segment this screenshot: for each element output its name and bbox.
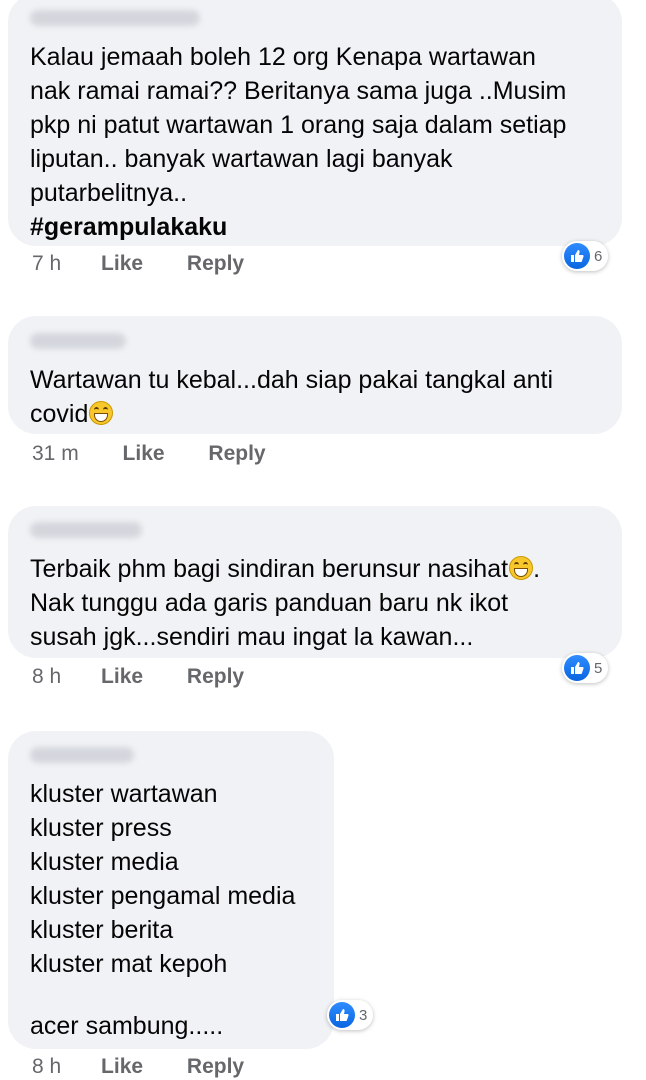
- like-thumb-icon: [329, 1002, 355, 1028]
- reply-button[interactable]: Reply: [208, 442, 265, 466]
- like-button[interactable]: Like: [101, 1055, 143, 1079]
- reaction-summary[interactable]: 5: [562, 653, 609, 683]
- comment-text: pkp ni patut wartawan 1 orang saja dalam…: [30, 111, 567, 139]
- comment-text: covid: [30, 397, 600, 431]
- author-name-blurred[interactable]: [30, 522, 142, 538]
- comment-text: kluster mat kepoh: [30, 950, 228, 978]
- timestamp[interactable]: 7 h: [32, 252, 61, 276]
- grinning-face-icon: [89, 401, 114, 425]
- like-button[interactable]: Like: [101, 665, 143, 689]
- reply-button[interactable]: Reply: [187, 665, 244, 689]
- comment-text: kluster berita: [30, 916, 174, 944]
- comment-text: kluster press: [30, 814, 172, 842]
- reaction-count: 6: [594, 247, 603, 265]
- author-name-blurred[interactable]: [30, 333, 126, 349]
- comment-text: Wartawan tu kebal...dah siap pakai tangk…: [30, 366, 553, 394]
- like-button[interactable]: Like: [101, 252, 143, 276]
- comment-text: kluster wartawan: [30, 780, 218, 808]
- comment-text: kluster media: [30, 848, 179, 876]
- comment-text-part: covid: [30, 400, 89, 428]
- reaction-summary[interactable]: 3: [327, 1000, 374, 1030]
- comment-text: Kalau jemaah boleh 12 org Kenapa wartawa…: [30, 43, 536, 71]
- like-thumb-icon: [564, 655, 590, 681]
- reply-button[interactable]: Reply: [187, 1055, 244, 1079]
- comment-actions: 7 h Like Reply: [32, 252, 244, 276]
- comment-bubble: Terbaik phm bagi sindiran berunsur nasih…: [8, 506, 622, 658]
- comment-bubble: kluster wartawan kluster press kluster m…: [8, 731, 334, 1049]
- timestamp[interactable]: 8 h: [32, 1055, 61, 1079]
- comment-text: Terbaik phm bagi sindiran berunsur nasih…: [30, 552, 600, 586]
- comment-text-part: acer sambung.....: [30, 1012, 224, 1040]
- author-name-blurred[interactable]: [30, 10, 200, 26]
- reaction-count: 5: [594, 659, 603, 677]
- comment-bubble: Kalau jemaah boleh 12 org Kenapa wartawa…: [8, 0, 622, 246]
- comment-text: liputan.. banyak wartawan lagi banyak: [30, 145, 453, 173]
- author-name-blurred[interactable]: [30, 747, 134, 763]
- hashtag-link[interactable]: #gerampulakaku: [30, 210, 600, 244]
- comment-actions: 31 m Like Reply: [32, 442, 266, 466]
- comment-text-part: Terbaik phm bagi sindiran berunsur nasih…: [30, 555, 509, 583]
- comment-text: acer sambung.....: [30, 1009, 312, 1043]
- comment-actions: 8 h Like Reply: [32, 665, 244, 689]
- like-thumb-icon: [564, 243, 590, 269]
- reaction-summary[interactable]: 6: [562, 241, 609, 271]
- comment-text: kluster pengamal media: [30, 882, 296, 910]
- comment-text-part: .: [533, 555, 541, 583]
- comment-text: putarbelitnya..: [30, 179, 188, 207]
- comment-text: Nak tunggu ada garis panduan baru nk iko…: [30, 589, 509, 617]
- timestamp[interactable]: 31 m: [32, 442, 79, 466]
- comment-bubble: Wartawan tu kebal...dah siap pakai tangk…: [8, 316, 622, 434]
- reply-button[interactable]: Reply: [187, 252, 244, 276]
- timestamp[interactable]: 8 h: [32, 665, 61, 689]
- comment-text: susah jgk...sendiri mau ingat la kawan..…: [30, 623, 474, 651]
- laughing-face-icon: [509, 556, 534, 580]
- like-button[interactable]: Like: [123, 442, 165, 466]
- comment-actions: 8 h Like Reply: [32, 1055, 244, 1079]
- reaction-count: 3: [359, 1006, 368, 1024]
- comment-text: nak ramai ramai?? Beritanya sama juga ..…: [30, 77, 567, 105]
